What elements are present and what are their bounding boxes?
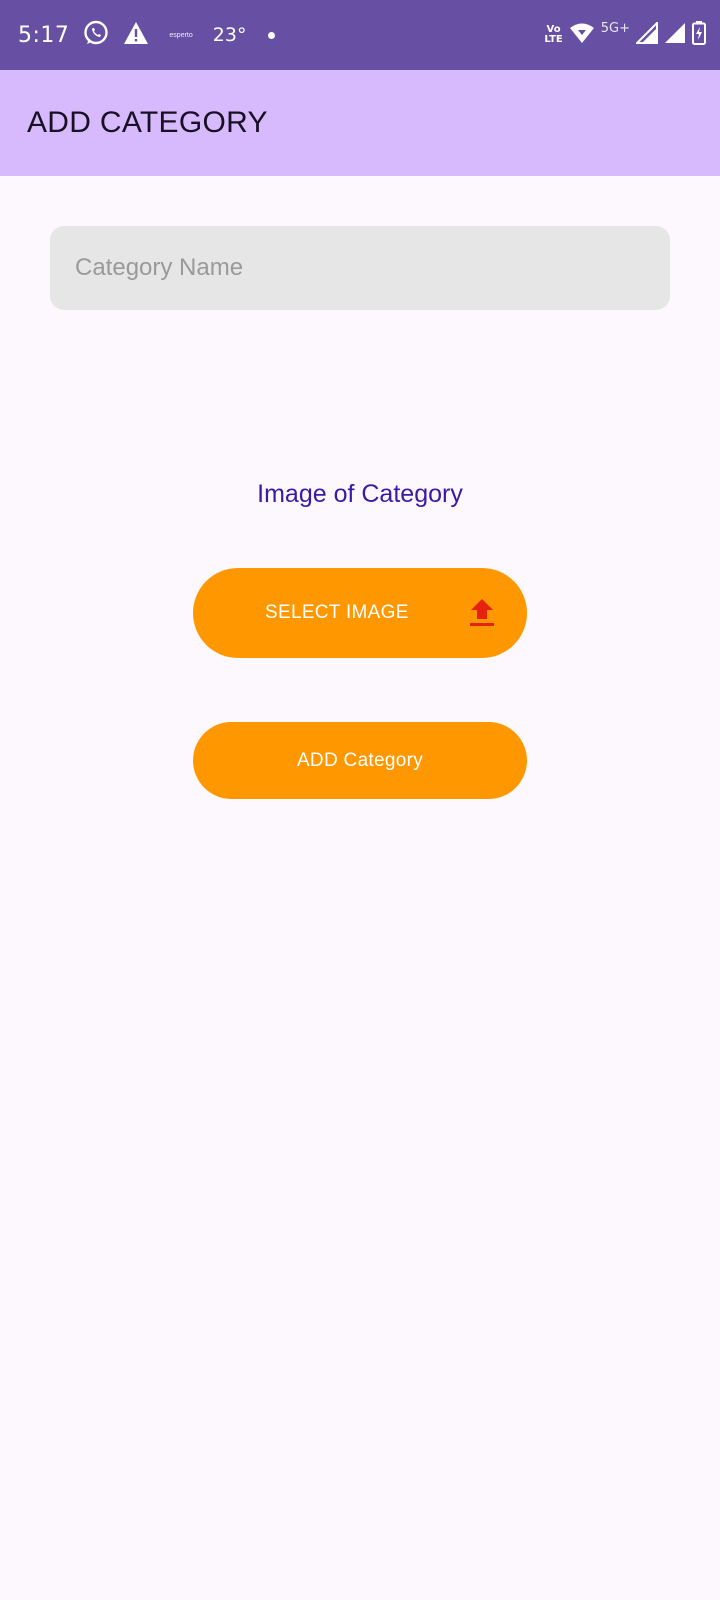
select-image-button[interactable]: SELECT IMAGE (193, 568, 527, 658)
status-left: 5:17 esperto 23° (18, 0, 276, 70)
wifi-icon (569, 22, 595, 49)
category-name-input[interactable] (50, 226, 670, 310)
status-time: 5:17 (18, 22, 70, 48)
upload-icon (469, 598, 495, 628)
whatsapp-icon (83, 20, 109, 51)
signal-icon (634, 20, 658, 49)
network-type: 5G+ (600, 20, 630, 36)
category-name-field[interactable] (50, 226, 670, 310)
notification-text: esperto (169, 31, 193, 39)
status-right: Vo LTE 5G+ (544, 0, 706, 70)
status-bar: 5:17 esperto 23° Vo LTE 5G+ (0, 0, 720, 70)
volte-bottom: LTE (544, 34, 563, 45)
volte-indicator: Vo LTE (544, 25, 562, 45)
battery-icon (692, 20, 706, 50)
add-category-label: ADD Category (296, 749, 424, 771)
image-of-category-label: Image of Category (257, 480, 463, 508)
warning-icon (123, 21, 149, 50)
page-title: ADD CATEGORY (27, 106, 268, 139)
select-image-label: SELECT IMAGE (265, 602, 409, 623)
add-category-button[interactable]: ADD Category (193, 722, 527, 799)
app-bar: ADD CATEGORY (0, 70, 720, 176)
temperature: 23° (212, 24, 247, 46)
signal-icon (664, 22, 686, 49)
notification-dot (268, 31, 276, 39)
